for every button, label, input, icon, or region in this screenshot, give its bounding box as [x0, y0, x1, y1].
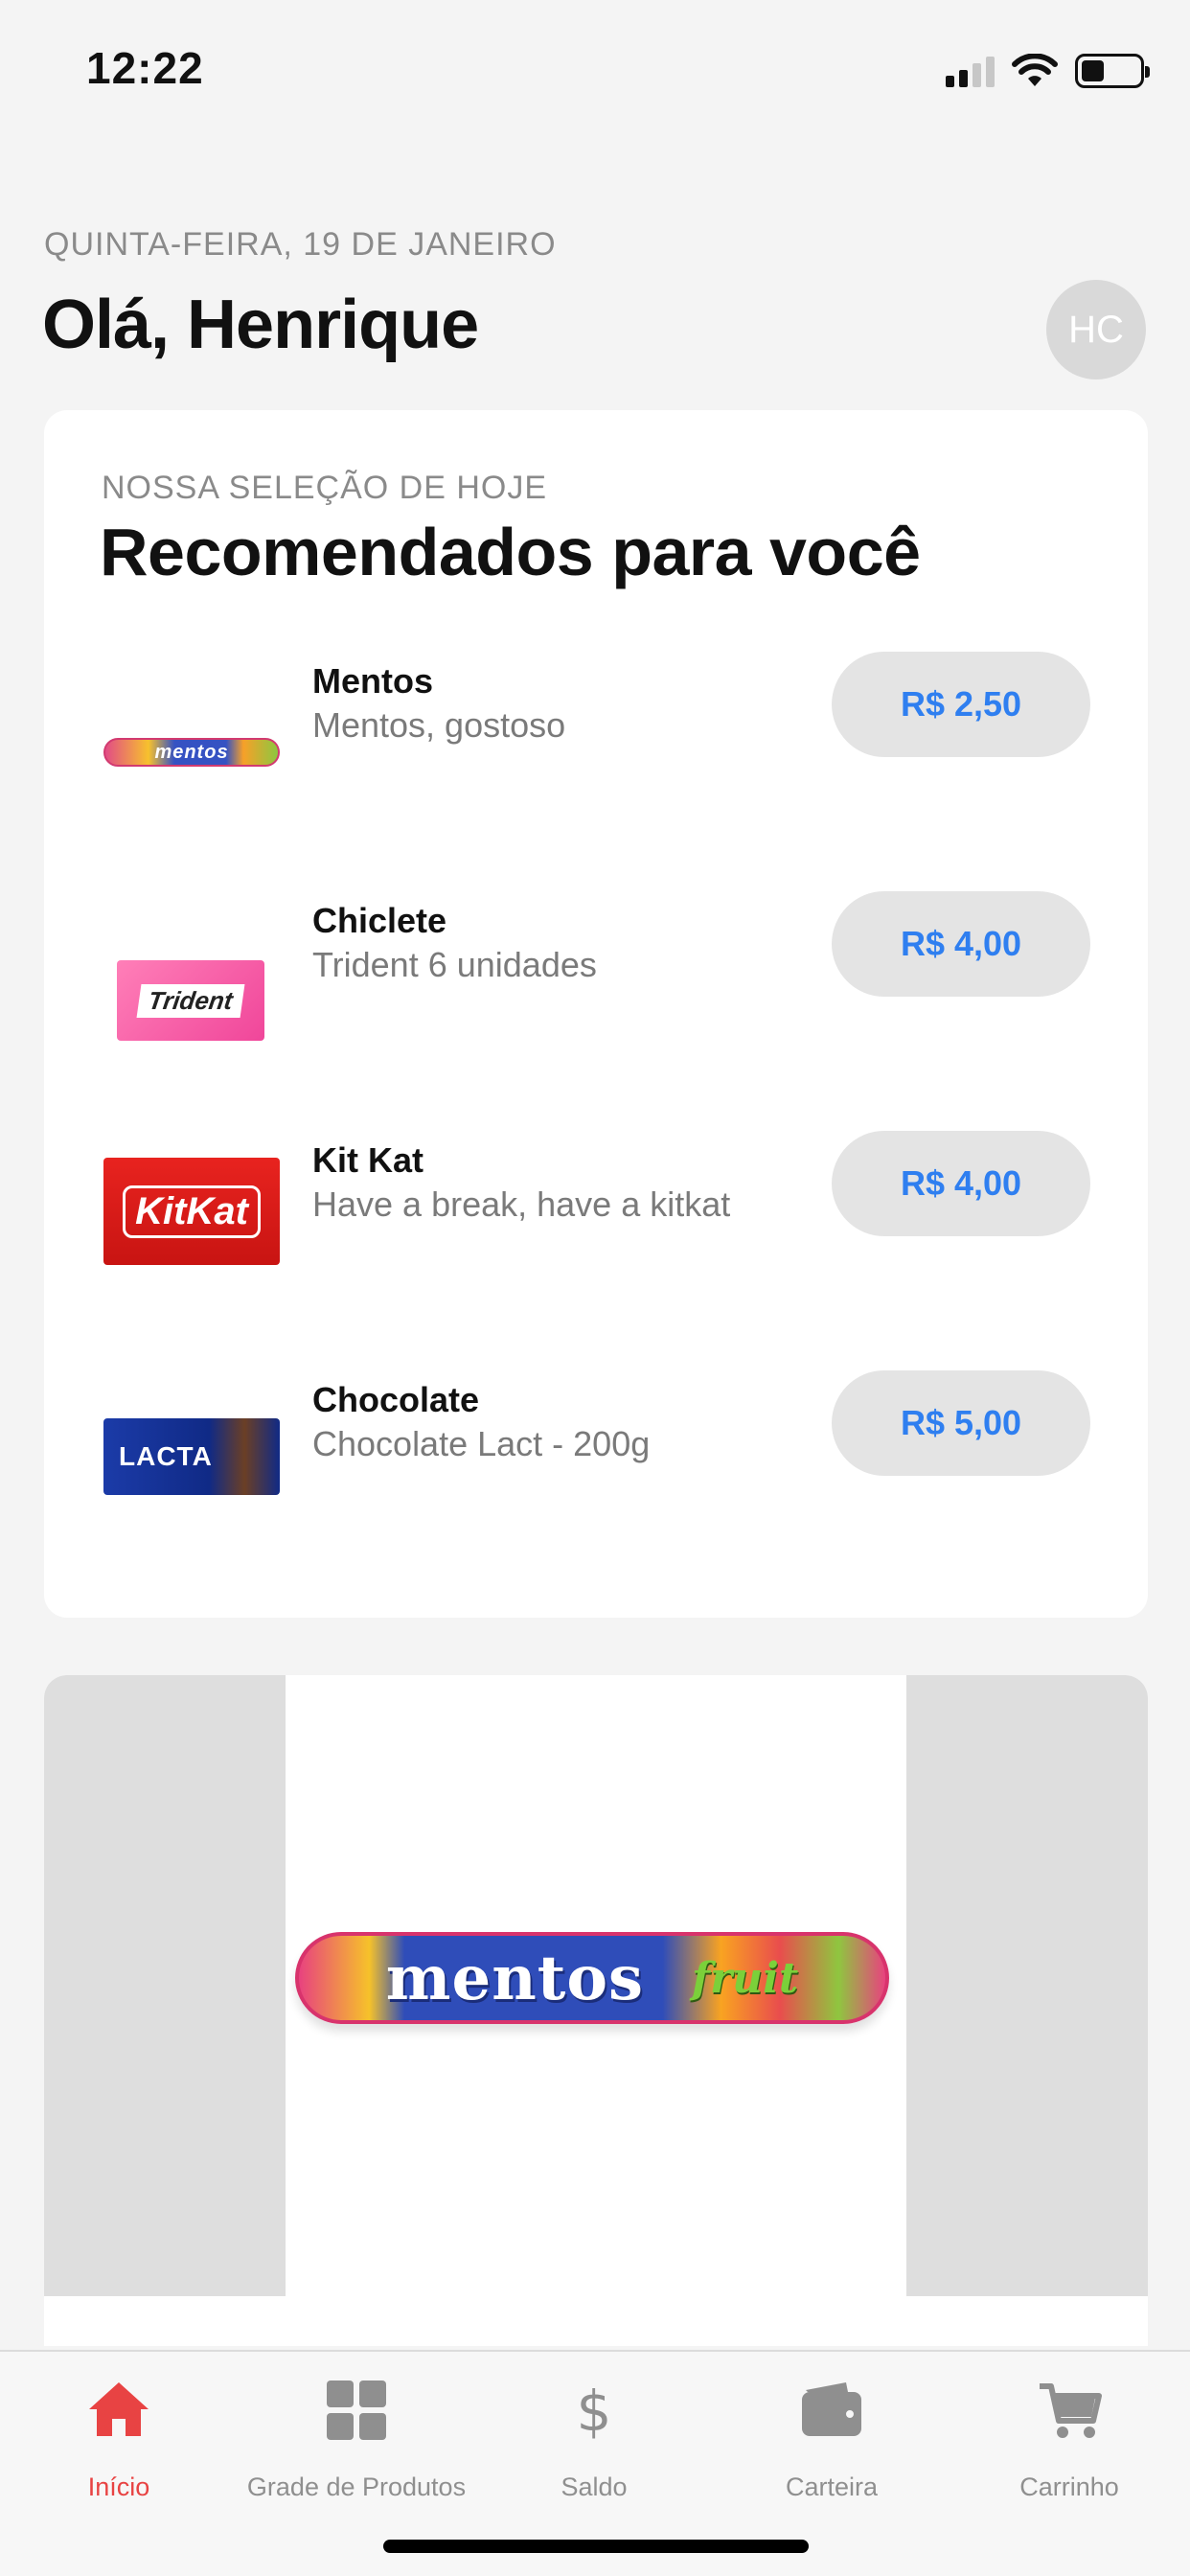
banner-brand: mentos	[385, 1942, 645, 2014]
tab-label: Início	[87, 2472, 150, 2501]
tab-label: Carrinho	[1019, 2472, 1119, 2501]
recommendations-eyebrow: NOSSA SELEÇÃO DE HOJE	[102, 470, 548, 506]
status-time: 12:22	[86, 43, 204, 93]
tab-label: Grade de Produtos	[246, 2472, 467, 2501]
price-button-chiclete[interactable]: R$ 4,00	[832, 891, 1090, 997]
banner-side-right	[906, 1675, 1148, 2296]
status-bar: 12:22	[0, 0, 1190, 134]
recommendations-card: NOSSA SELEÇÃO DE HOJE Recomendados para …	[44, 410, 1148, 1618]
banner-flavor: fruit	[692, 1953, 799, 2003]
product-description: Have a break, have a kitkat	[312, 1184, 731, 1224]
tab-label: Saldo	[561, 2472, 628, 2501]
price-button-kitkat[interactable]: R$ 4,00	[832, 1131, 1090, 1236]
wifi-icon	[1012, 54, 1058, 86]
product-name: Kit Kat	[312, 1140, 423, 1180]
tab-inicio[interactable]: Início	[0, 2369, 238, 2503]
home-indicator[interactable]	[383, 2540, 809, 2553]
avatar[interactable]: HC	[1046, 280, 1146, 380]
product-image-kitkat: KitKat	[103, 1158, 280, 1265]
greeting-title: Olá, Henrique	[42, 287, 479, 363]
product-row-mentos[interactable]: mentos Mentos Mentos, gostoso R$ 2,50	[44, 652, 1148, 853]
svg-text:$: $	[577, 2379, 612, 2444]
cellular-signal-icon	[946, 55, 995, 87]
product-row-chiclete[interactable]: Trident Chiclete Trident 6 unidades R$ 4…	[44, 891, 1148, 1092]
date-label: QUINTA-FEIRA, 19 DE JANEIRO	[44, 226, 557, 263]
recommendations-title: Recomendados para você	[100, 515, 921, 589]
product-name: Mentos	[312, 661, 433, 701]
tab-carrinho[interactable]: Carrinho	[950, 2369, 1188, 2503]
cart-icon	[1040, 2383, 1102, 2438]
product-image-mentos: mentos	[103, 738, 280, 767]
product-description: Trident 6 unidades	[312, 945, 597, 984]
product-description: Mentos, gostoso	[312, 705, 566, 745]
product-row-kitkat[interactable]: KitKat Kit Kat Have a break, have a kitk…	[44, 1131, 1148, 1332]
product-description: Chocolate Lact - 200g	[312, 1424, 651, 1463]
battery-icon	[1075, 54, 1150, 88]
dollar-icon: $	[577, 2379, 612, 2444]
tab-grade-de-produtos[interactable]: Grade de Produtos	[238, 2369, 475, 2503]
price-button-chocolate[interactable]: R$ 5,00	[832, 1370, 1090, 1476]
product-name: Chocolate	[312, 1380, 480, 1419]
tab-label: Carteira	[785, 2472, 879, 2501]
wallet-icon	[802, 2382, 861, 2436]
home-icon	[89, 2382, 149, 2436]
app-screen: 12:22 QUINTA-FEIRA, 19 DE JANEIRO Olá, H…	[0, 0, 1190, 2576]
tab-saldo[interactable]: $ Saldo	[475, 2369, 713, 2503]
grid-icon	[327, 2380, 386, 2440]
featured-banner[interactable]: mentos fruit	[44, 1675, 1148, 2346]
banner-product-image: mentos fruit	[295, 1932, 889, 2024]
banner-side-left	[44, 1675, 286, 2296]
product-name: Chiclete	[312, 901, 447, 940]
product-row-chocolate[interactable]: LACTA Chocolate Chocolate Lact - 200g R$…	[44, 1370, 1148, 1572]
product-image-lacta: LACTA	[103, 1418, 280, 1495]
price-button-mentos[interactable]: R$ 2,50	[832, 652, 1090, 757]
tab-carteira[interactable]: Carteira	[713, 2369, 950, 2503]
product-image-trident: Trident	[117, 960, 264, 1041]
status-icons	[946, 50, 1150, 92]
